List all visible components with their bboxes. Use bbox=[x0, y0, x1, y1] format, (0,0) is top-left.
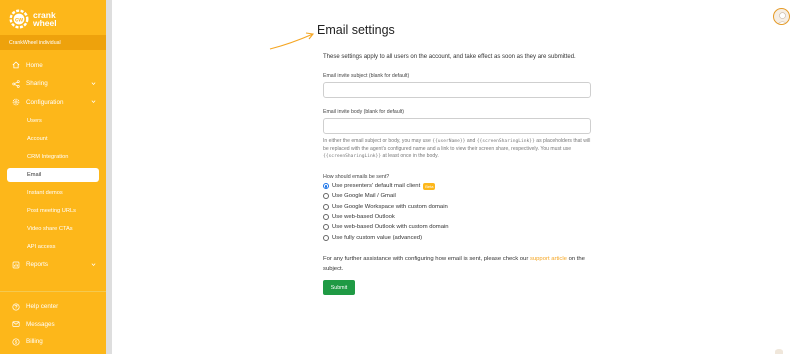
page-title: Email settings bbox=[317, 23, 395, 37]
sidebar-item-label: Home bbox=[26, 61, 43, 69]
sidebar-item-label: Configuration bbox=[26, 98, 64, 106]
sidebar-item-configuration[interactable]: Configuration bbox=[0, 93, 106, 112]
user-avatar[interactable] bbox=[773, 8, 790, 25]
sidebar-divider bbox=[0, 291, 106, 292]
radio-option-label: Use web-based Outlook bbox=[332, 214, 395, 221]
sidebar-item-home[interactable]: Home bbox=[0, 56, 106, 75]
link-placeholder-code: {{screenSharingLink}} bbox=[323, 154, 382, 159]
sidebar-item-sharing[interactable]: Sharing bbox=[0, 75, 106, 94]
send-method-radio-group: Use presenters' default mail client Beta… bbox=[323, 181, 449, 243]
radio-option-web-outlook[interactable]: Use web-based Outlook bbox=[323, 212, 449, 222]
sidebar-item-label: Sharing bbox=[26, 80, 48, 88]
radio-option-label: Use web-based Outlook with custom domain bbox=[332, 224, 449, 231]
sidebar-subitem-account[interactable]: Account bbox=[0, 130, 106, 148]
sidebar-subitem-post-meeting-urls[interactable]: Post meeting URLs bbox=[0, 202, 106, 220]
crankwheel-logo-icon: cw bbox=[9, 9, 29, 29]
beta-badge: Beta bbox=[423, 182, 436, 190]
pointer-arrow-icon bbox=[269, 32, 315, 50]
radio-option-google-workspace[interactable]: Use Google Workspace with custom domain bbox=[323, 202, 449, 212]
radio-button[interactable] bbox=[323, 214, 329, 221]
chevron-down-icon bbox=[91, 81, 96, 85]
sidebar-subitem-users[interactable]: Users bbox=[0, 112, 106, 130]
crankwheel-logo[interactable]: cw crank wheel bbox=[9, 8, 69, 30]
support-article-link[interactable]: support article bbox=[530, 256, 567, 262]
sidebar-item-label: Help center bbox=[26, 303, 59, 311]
radio-button[interactable] bbox=[323, 203, 329, 210]
radio-option-default-mail-client[interactable]: Use presenters' default mail client Beta bbox=[323, 181, 449, 191]
svg-text:cw: cw bbox=[15, 17, 23, 23]
sidebar-item-label: Billing bbox=[26, 338, 43, 346]
chat-widget-edge[interactable] bbox=[775, 349, 783, 354]
link-placeholder-code: {{screenSharingLink}} bbox=[476, 139, 535, 144]
sidebar-item-messages[interactable]: Messages bbox=[0, 316, 106, 334]
sidebar: cw crank wheel CrankWheel individual Hom… bbox=[0, 0, 106, 354]
sidebar-subitem-email[interactable]: Email bbox=[7, 167, 99, 182]
sidebar-subitem-api-access[interactable]: API access bbox=[0, 238, 106, 256]
user-avatar-icon bbox=[777, 12, 788, 24]
radio-option-web-outlook-custom-domain[interactable]: Use web-based Outlook with custom domain bbox=[323, 222, 449, 232]
sidebar-item-label: Messages bbox=[26, 320, 55, 328]
chevron-down-icon bbox=[91, 100, 96, 104]
sidebar-scrollbar[interactable] bbox=[106, 0, 112, 354]
sidebar-item-reports[interactable]: Reports bbox=[0, 256, 106, 275]
help-icon bbox=[12, 303, 20, 311]
account-name: CrankWheel individual bbox=[0, 35, 106, 50]
username-placeholder-code: {{userName}} bbox=[432, 139, 466, 144]
radio-button[interactable] bbox=[323, 193, 329, 200]
sidebar-item-label: Reports bbox=[26, 261, 49, 269]
share-icon bbox=[12, 79, 20, 88]
assistance-text: For any further assistance with configur… bbox=[323, 256, 585, 272]
home-icon bbox=[12, 61, 20, 69]
radio-option-label: Use presenters' default mail client bbox=[332, 183, 421, 190]
intro-text: These settings apply to all users on the… bbox=[323, 54, 576, 60]
sidebar-subitem-crm-integration[interactable]: CRM Integration bbox=[0, 148, 106, 166]
radio-option-label: Use Google Workspace with custom domain bbox=[332, 203, 448, 210]
sidebar-bottom-nav: Help center Messages $ Billing bbox=[0, 298, 106, 351]
sidebar-subitem-instant-demos[interactable]: Instant demos bbox=[0, 184, 106, 202]
submit-button[interactable]: Submit bbox=[323, 280, 355, 295]
chart-icon bbox=[12, 261, 20, 269]
send-method-label: How should emails be sent? bbox=[323, 174, 390, 180]
radio-option-gmail[interactable]: Use Google Mail / Gmail bbox=[323, 191, 449, 201]
chevron-down-icon bbox=[91, 262, 96, 266]
subject-field-label: Email invite subject (blank for default) bbox=[323, 73, 410, 79]
sidebar-item-billing[interactable]: $ Billing bbox=[0, 333, 106, 351]
dollar-icon: $ bbox=[12, 338, 20, 346]
sidebar-item-help-center[interactable]: Help center bbox=[0, 298, 106, 316]
sidebar-nav: Home Sharing Configuration Users Account… bbox=[0, 56, 106, 274]
sidebar-subitem-video-share-ctas[interactable]: Video share CTAs bbox=[0, 220, 106, 238]
body-field-label: Email invite body (blank for default) bbox=[323, 109, 405, 115]
body-field[interactable] bbox=[323, 118, 591, 134]
svg-text:$: $ bbox=[15, 339, 18, 344]
radio-option-label: Use Google Mail / Gmail bbox=[332, 193, 396, 200]
radio-button[interactable] bbox=[323, 234, 329, 241]
radio-button-selected[interactable] bbox=[323, 183, 329, 190]
logo-text: crank wheel bbox=[33, 9, 57, 28]
gear-icon bbox=[12, 98, 20, 106]
radio-option-fully-custom[interactable]: Use fully custom value (advanced) bbox=[323, 232, 449, 242]
placeholder-help-text: In either the email subject or body, you… bbox=[323, 138, 591, 159]
radio-option-label: Use fully custom value (advanced) bbox=[332, 234, 423, 241]
radio-button[interactable] bbox=[323, 224, 329, 231]
mail-icon bbox=[12, 321, 20, 328]
subject-field[interactable] bbox=[323, 82, 591, 98]
